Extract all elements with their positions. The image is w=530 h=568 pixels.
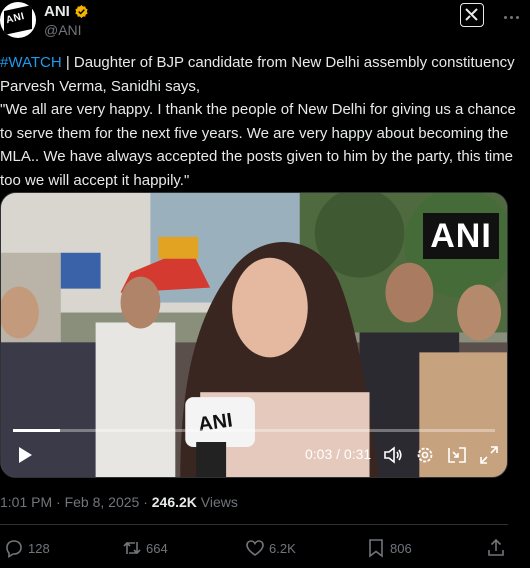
video-player[interactable]: ANI ANI 0:03 / 0:31 (0, 192, 508, 478)
tweet-text-intro: | Daughter of BJP candidate from New Del… (0, 54, 515, 95)
repost-count: 664 (146, 540, 168, 556)
author-avatar[interactable]: ANI (0, 2, 36, 38)
bookmark-count: 806 (390, 540, 412, 556)
tweet-text: #WATCH | Daughter of BJP candidate from … (0, 51, 520, 192)
ani-watermark: ANI (423, 213, 499, 259)
reply-count: 128 (28, 540, 50, 556)
tweet-actions: 128 664 6.2K 806 (0, 537, 530, 559)
author-name[interactable]: ANI (44, 3, 70, 20)
like-icon (246, 540, 264, 556)
views-label: Views (196, 494, 238, 510)
divider (0, 524, 508, 525)
volume-icon[interactable] (383, 445, 403, 465)
pip-icon[interactable] (447, 445, 467, 465)
repost-button[interactable]: 664 (122, 537, 168, 559)
bookmark-button[interactable]: 806 (366, 537, 412, 559)
like-button[interactable]: 6.2K (245, 537, 296, 559)
tweet-timestamp[interactable]: 1:01 PM · Feb 8, 2025 · (0, 494, 152, 510)
reply-icon (6, 540, 22, 558)
video-progress-fill (13, 429, 60, 432)
verified-badge-icon (75, 4, 88, 19)
like-count: 6.2K (269, 540, 296, 556)
views-count: 246.2K (151, 494, 197, 510)
tweet-text-quote: "We all are very happy. I thank the peop… (0, 101, 516, 189)
video-progress-bar[interactable] (13, 429, 495, 432)
author-name-line[interactable]: ANI (44, 3, 89, 20)
share-icon (488, 538, 504, 556)
share-button[interactable] (486, 537, 506, 559)
video-time: 0:03 / 0:31 (305, 446, 372, 462)
author-handle[interactable]: @ANI (44, 22, 82, 38)
fullscreen-icon[interactable] (479, 445, 499, 465)
grok-icon[interactable] (460, 3, 484, 27)
more-icon[interactable] (502, 6, 522, 22)
bookmark-icon (369, 539, 383, 558)
hashtag-link[interactable]: #WATCH (0, 54, 62, 71)
video-controls: 0:03 / 0:31 (1, 429, 507, 477)
repost-icon (123, 541, 141, 555)
tweet-header: ANI ANI @ANI (0, 0, 530, 44)
tweet-meta: 1:01 PM · Feb 8, 2025 · 246.2K Views (0, 494, 238, 510)
play-icon[interactable] (15, 445, 35, 465)
settings-icon[interactable] (415, 445, 435, 465)
reply-button[interactable]: 128 (4, 537, 50, 559)
